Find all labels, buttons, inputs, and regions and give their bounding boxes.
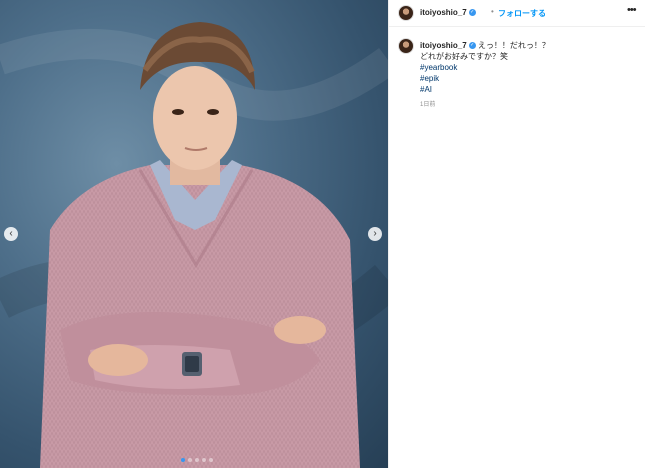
caption-avatar[interactable] [398, 38, 414, 54]
chevron-right-icon[interactable]: › [368, 227, 382, 241]
username-text[interactable]: itoiyoshio_7 [420, 8, 467, 17]
carousel-dot [202, 458, 206, 462]
caption-line-1: えっ！！だれっ！？ [477, 41, 550, 50]
hashtag-link[interactable]: #epik [420, 73, 635, 84]
header-username[interactable]: itoiyoshio_7 ✓ [420, 8, 476, 17]
portrait-photo [0, 22, 388, 468]
carousel-dot [195, 458, 199, 462]
instagram-post: ‹ › itoiyoshio_7 ✓ • フォローする ••• itoiyoshi… [0, 0, 645, 468]
chevron-left-icon[interactable]: ‹ [4, 227, 18, 241]
post-caption: itoiyoshio_7 ✓ えっ！！だれっ！？ どれがお好みですか？笑 #yea… [420, 40, 635, 111]
carousel-dot [181, 458, 185, 462]
carousel-dot [188, 458, 192, 462]
carousel-dot [209, 458, 213, 462]
caption-line-2: どれがお好みですか？笑 [420, 52, 508, 61]
separator-dot: • [491, 7, 494, 16]
follow-button[interactable]: フォローする [498, 8, 546, 19]
verified-badge-icon: ✓ [468, 42, 476, 50]
verified-badge-icon: ✓ [468, 9, 476, 17]
caption-username[interactable]: itoiyoshio_7 [420, 41, 467, 50]
avatar[interactable] [398, 5, 414, 21]
post-media[interactable]: ‹ › [0, 0, 388, 468]
hashtag-link[interactable]: #AI [420, 84, 635, 95]
post-timestamp[interactable]: 1日前 [420, 100, 635, 111]
post-side-panel: itoiyoshio_7 ✓ • フォローする ••• itoiyoshio_7 ✓… [388, 0, 645, 468]
post-header: itoiyoshio_7 ✓ • フォローする ••• [389, 0, 645, 27]
more-options-icon[interactable]: ••• [627, 4, 637, 16]
carousel-indicator [181, 458, 213, 462]
hashtag-link[interactable]: #yearbook [420, 62, 635, 73]
